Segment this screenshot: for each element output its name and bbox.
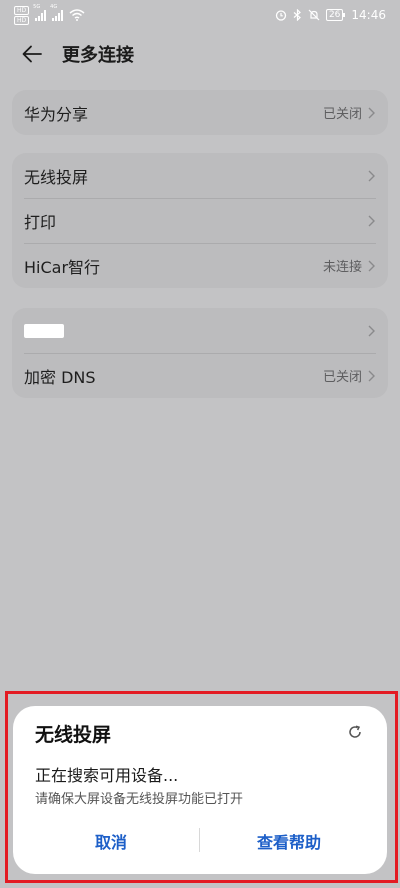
alarm-icon	[275, 10, 287, 21]
setting-row-huawei-share[interactable]: 华为分享 已关闭	[12, 90, 388, 135]
hd-badge: HD	[14, 15, 30, 25]
setting-row-redacted[interactable]	[12, 308, 388, 353]
settings-group-network: 加密 DNS 已关闭	[12, 308, 388, 398]
setting-trailing	[366, 324, 376, 338]
setting-trailing: 未连接	[323, 256, 376, 275]
setting-label: 打印	[24, 212, 57, 232]
chevron-right-icon	[368, 260, 375, 271]
setting-row-print[interactable]: 打印	[12, 198, 388, 243]
setting-label: 华为分享	[24, 104, 89, 124]
battery-icon: 26	[325, 9, 346, 21]
setting-label: HiCar智行	[24, 257, 101, 277]
signal-icon: 4G	[50, 4, 64, 21]
search-status: 正在搜索可用设备...	[35, 766, 179, 785]
settings-group-connections: 无线投屏 打印 HiCar智行 未连接	[12, 153, 388, 288]
cancel-button[interactable]: 取消	[33, 824, 189, 858]
chevron-right-icon	[368, 370, 375, 381]
button-divider	[199, 828, 200, 852]
setting-value: 已关闭	[322, 107, 362, 122]
chevron-right-icon	[368, 215, 375, 226]
redacted-label	[24, 323, 64, 338]
chevron-right-icon	[368, 325, 375, 336]
wifi-icon	[69, 9, 85, 21]
setting-row-wireless-projection[interactable]: 无线投屏	[12, 153, 388, 198]
clock: 14:46	[351, 8, 386, 22]
page-title: 更多连接	[62, 45, 134, 66]
wireless-projection-dialog: 无线投屏 正在搜索可用设备... 请确保大屏设备无线投屏功能已打开 取消 查看帮…	[13, 706, 387, 874]
setting-label: 无线投屏	[24, 167, 89, 187]
setting-trailing: 已关闭	[323, 366, 376, 385]
signal-icon: 5G	[33, 4, 47, 21]
view-help-button[interactable]: 查看帮助	[209, 824, 369, 858]
status-bar: HD HD 5G 4G 26 14:46	[0, 0, 400, 30]
settings-group-sharing: 华为分享 已关闭	[12, 90, 388, 135]
hd-badges: HD HD	[14, 5, 30, 25]
chevron-right-icon	[368, 170, 375, 181]
setting-trailing: 已关闭	[323, 103, 376, 122]
network-type: 4G	[50, 3, 58, 10]
status-left: HD HD 5G 4G	[14, 4, 85, 25]
bluetooth-icon	[293, 9, 301, 21]
loading-icon	[349, 725, 361, 738]
setting-trailing	[366, 214, 376, 228]
hd-badge: HD	[14, 5, 30, 15]
chevron-right-icon	[368, 107, 375, 118]
status-right: 26 14:46	[275, 8, 386, 22]
screen: HD HD 5G 4G 26 14:46 更多连接 华为分享 已关闭 无线投屏 …	[0, 0, 400, 888]
dialog-title: 无线投屏	[35, 724, 112, 746]
setting-row-private-dns[interactable]: 加密 DNS 已关闭	[12, 353, 388, 398]
dialog-hint: 请确保大屏设备无线投屏功能已打开	[35, 792, 244, 807]
network-type: 5G	[33, 3, 41, 10]
app-header: 更多连接	[0, 36, 400, 72]
setting-label: 加密 DNS	[24, 367, 96, 387]
back-arrow-icon[interactable]	[22, 42, 46, 66]
mute-icon	[308, 9, 320, 21]
setting-value: 未连接	[322, 260, 362, 275]
setting-value: 已关闭	[322, 370, 362, 385]
setting-row-hicar[interactable]: HiCar智行 未连接	[12, 243, 388, 288]
setting-trailing	[366, 169, 376, 183]
